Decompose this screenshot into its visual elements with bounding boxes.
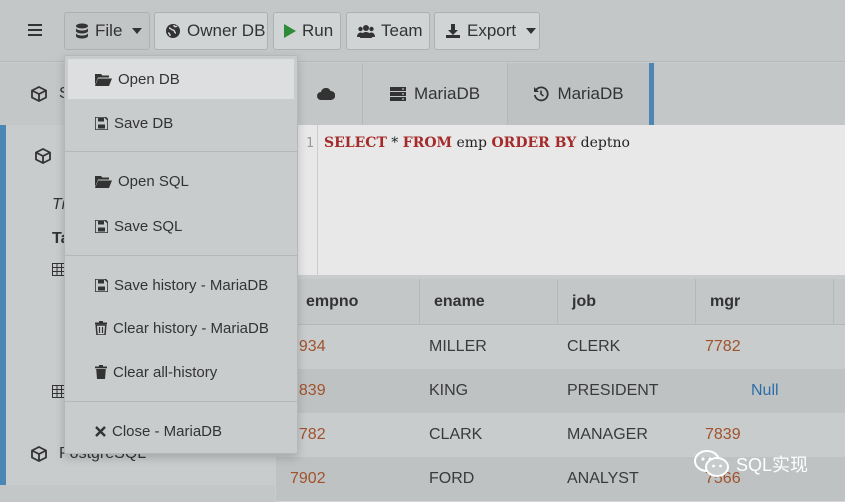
watermark-text: SQL实现: [736, 455, 809, 475]
users-icon: [357, 25, 375, 38]
editor-tabs: MariaDB MariaDB: [298, 63, 845, 125]
trash-icon: [95, 365, 107, 379]
menu-item-open-db[interactable]: Open DB: [68, 59, 294, 99]
chevron-down-icon: [132, 28, 143, 34]
cube-icon: [31, 86, 47, 102]
tab-cloud[interactable]: [298, 63, 363, 125]
wechat-logo-icon: [694, 450, 729, 477]
menu-item-save-sql[interactable]: Save SQL: [65, 206, 297, 246]
hamburger-menu-icon[interactable]: [26, 21, 46, 39]
line-number: 1: [306, 136, 314, 151]
folder-open-icon: [95, 175, 112, 188]
menu-item-open-sql[interactable]: Open SQL: [65, 161, 297, 201]
menu-item-clear-all-history[interactable]: Clear all-history: [65, 352, 297, 392]
tab-label: MariaDB: [413, 84, 481, 103]
run-button[interactable]: Run: [273, 12, 341, 50]
tab-mariadb[interactable]: MariaDB: [363, 63, 508, 125]
sql-keyword: FROM: [402, 135, 453, 151]
download-icon: [446, 24, 460, 38]
tab-mariadb-history[interactable]: MariaDB: [508, 63, 654, 125]
cell-job: MANAGER: [567, 426, 648, 443]
menu-item-close[interactable]: Close - MariaDB: [65, 411, 297, 451]
menu-divider: [65, 255, 297, 256]
column-header-mgr[interactable]: mgr: [696, 279, 834, 325]
export-label: Export: [467, 21, 517, 40]
column-header-label: mgr: [710, 293, 741, 310]
sql-text: *: [386, 135, 403, 151]
cell-job: PRESIDENT: [567, 382, 659, 399]
owner-db-button[interactable]: Owner DB: [154, 12, 268, 50]
line-gutter: 1: [298, 125, 318, 275]
table-row[interactable]: 7934 MILLER CLERK 7782: [276, 325, 845, 369]
cube-icon: [35, 148, 51, 164]
column-header-label: job: [572, 293, 596, 310]
cloud-icon: [317, 87, 335, 100]
sql-text: emp: [452, 135, 492, 151]
run-label: Run: [302, 21, 334, 40]
menu-item-label: Clear history - MariaDB: [113, 319, 269, 337]
file-button[interactable]: File: [64, 12, 150, 50]
floppy-disk-icon: [95, 278, 108, 292]
history-icon: [534, 86, 550, 102]
cube-icon: [31, 446, 47, 462]
floppy-disk-icon: [95, 116, 108, 130]
grid-header: empno ename job mgr: [276, 279, 845, 325]
menu-item-label: Close - MariaDB: [112, 422, 223, 440]
cell-ename: MILLER: [429, 338, 487, 355]
folder-open-icon: [95, 73, 112, 86]
menu-item-label: Open DB: [118, 70, 180, 88]
toolbar: File Owner DB Run Team Export: [0, 0, 845, 62]
menu-divider: [65, 401, 297, 402]
cell-ename: KING: [429, 382, 469, 399]
cell-empno: 7902: [290, 470, 326, 487]
trash-icon: [95, 321, 107, 335]
cell-mgr: 7782: [705, 338, 741, 355]
menu-divider: [65, 151, 297, 152]
table-row[interactable]: 7839 KING PRESIDENT Null: [276, 369, 845, 413]
play-icon: [284, 24, 296, 38]
chevron-down-icon: [526, 28, 537, 34]
owner-db-label: Owner DB: [187, 21, 266, 40]
column-header-ename[interactable]: ename: [420, 279, 558, 325]
menu-item-save-history[interactable]: Save history - MariaDB: [65, 265, 297, 305]
database-icon: [76, 23, 88, 39]
cell-ename: FORD: [429, 470, 475, 487]
cell-mgr: Null: [751, 382, 779, 399]
sql-keyword: ORDER BY: [491, 135, 577, 151]
watermark: SQL实现: [694, 450, 808, 478]
file-button-label: File: [95, 21, 123, 40]
column-header-label: empno: [306, 293, 359, 310]
cell-job: CLERK: [567, 338, 621, 355]
file-menu: Open DB Save DB Open SQL Save SQL Save h…: [64, 55, 298, 454]
globe-icon: [166, 24, 180, 38]
team-label: Team: [381, 21, 423, 40]
sql-keyword: SELECT: [324, 135, 387, 151]
floppy-disk-icon: [95, 219, 108, 233]
cell-job: ANALYST: [567, 470, 639, 487]
sql-text: deptno: [576, 135, 630, 151]
menu-item-label: Open SQL: [118, 172, 189, 190]
team-button[interactable]: Team: [346, 12, 430, 50]
server-icon: [389, 87, 406, 101]
tab-label: MariaDB: [557, 84, 624, 103]
menu-item-clear-history[interactable]: Clear history - MariaDB: [65, 308, 297, 348]
menu-item-label: Save DB: [114, 114, 174, 132]
menu-item-label: Save SQL: [114, 217, 183, 235]
column-header-job[interactable]: job: [558, 279, 696, 325]
cell-ename: CLARK: [429, 426, 483, 443]
close-icon: [95, 425, 106, 437]
menu-item-save-db[interactable]: Save DB: [65, 103, 297, 143]
sql-editor[interactable]: 1 SELECT * FROM emp ORDER BY deptno: [298, 125, 845, 275]
sql-code-line[interactable]: SELECT * FROM emp ORDER BY deptno: [324, 135, 630, 151]
export-button[interactable]: Export: [434, 12, 540, 50]
menu-item-label: Save history - MariaDB: [114, 276, 269, 294]
menu-item-label: Clear all-history: [113, 363, 218, 381]
column-header-label: ename: [434, 293, 485, 310]
